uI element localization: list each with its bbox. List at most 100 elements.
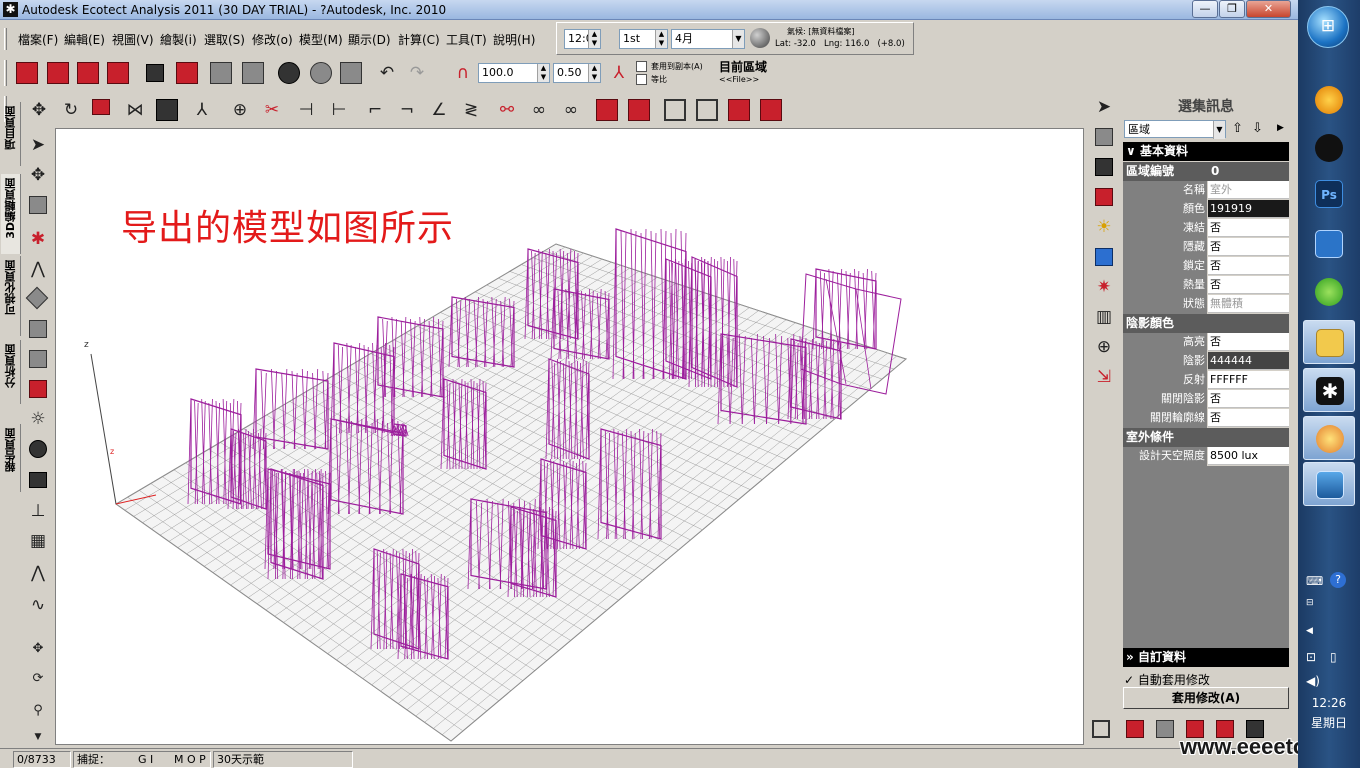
print-icon[interactable] <box>146 64 164 82</box>
mirror-icon[interactable]: ⋈ <box>124 99 146 121</box>
property-value[interactable]: 否 <box>1208 390 1289 408</box>
material-icon[interactable] <box>1095 188 1113 206</box>
grid-icon[interactable]: ▦ <box>27 530 49 552</box>
menu-edit[interactable]: 編輯(E) <box>64 31 105 48</box>
ratio-input[interactable]: 0.50 ▲ ▼ <box>553 63 601 83</box>
value-spinner-icon[interactable]: ▲ ▼ <box>537 64 549 82</box>
wireframe-block[interactable] <box>812 268 877 350</box>
node-edit-icon[interactable]: ⊕ <box>1093 336 1115 358</box>
zoom-icon[interactable]: ⚲ <box>27 700 49 722</box>
line-icon[interactable]: ⋀ <box>27 258 49 280</box>
chain-icon[interactable]: ∞ <box>560 99 582 121</box>
taskbar-app[interactable]: Ps <box>1303 172 1355 216</box>
property-value[interactable]: 室外 <box>1208 181 1289 199</box>
export-file-icon[interactable] <box>107 62 129 84</box>
day-input[interactable]: 1st ▲ ▼ <box>619 29 668 49</box>
tray-expand-icon[interactable]: ◀ <box>1306 626 1313 636</box>
outdoor-section-header[interactable]: 室外條件 <box>1123 428 1289 447</box>
taskbar-app[interactable]: ✱ <box>1303 368 1355 412</box>
open-file-icon[interactable] <box>47 62 69 84</box>
toolbar-grip[interactable] <box>4 28 7 50</box>
close-button[interactable]: ✕ <box>1246 0 1291 18</box>
split-line-icon[interactable]: ⊣ <box>295 99 317 121</box>
value-input[interactable]: 100.0 ▲ ▼ <box>478 63 550 83</box>
apply-changes-button[interactable]: 套用修改(A) <box>1123 687 1289 709</box>
menu-display[interactable]: 顯示(D) <box>348 31 391 48</box>
auto-apply-row[interactable]: ✓ 自動套用修改 <box>1124 671 1210 688</box>
sun-icon[interactable]: ☀ <box>1093 216 1115 238</box>
language-icon[interactable]: ⊟ <box>1306 598 1314 608</box>
menu-calculate[interactable]: 計算(C) <box>398 31 440 48</box>
corner-icon[interactable]: ⌐ <box>364 99 386 121</box>
layers-icon[interactable] <box>176 62 198 84</box>
taskbar-app[interactable] <box>1303 462 1355 506</box>
tab-visualise-page[interactable]: 可視化頁面 <box>1 256 21 336</box>
property-value[interactable]: 否 <box>1208 219 1289 237</box>
cut-icon[interactable]: ✂ <box>261 99 283 121</box>
taskbar-app[interactable] <box>1303 222 1355 266</box>
month-select[interactable]: 4月 ▼ <box>671 29 745 49</box>
menu-view[interactable]: 視圖(V) <box>112 31 154 48</box>
pointer-node-icon[interactable]: ⅄ <box>191 99 213 121</box>
checkbox-checked-icon[interactable]: ✓ <box>1124 673 1134 687</box>
property-value[interactable]: 否 <box>1208 238 1289 256</box>
minimize-button[interactable]: — <box>1192 0 1218 18</box>
windows-start-button[interactable]: ⊞ <box>1307 6 1349 48</box>
export-icon[interactable]: ⇲ <box>1093 366 1115 388</box>
shadow-section-header[interactable]: 陰影顏色 <box>1123 314 1289 333</box>
property-value[interactable]: 否 <box>1208 257 1289 275</box>
door-icon[interactable] <box>696 99 718 121</box>
arrow-up-icon[interactable]: ⇧ <box>1232 121 1243 136</box>
light-icon[interactable]: ☼ <box>27 408 49 430</box>
time-spinner-icon[interactable]: ▲ ▼ <box>588 30 600 48</box>
rotate-view-icon[interactable]: ⟳ <box>27 668 49 690</box>
property-value[interactable]: 444444 <box>1208 352 1289 370</box>
clock-day[interactable]: 星期日 <box>1298 714 1360 731</box>
object-type-select[interactable]: 區域 ▼ <box>1124 120 1226 139</box>
property-value[interactable]: FFFFFF <box>1208 371 1289 389</box>
void-icon[interactable] <box>760 99 782 121</box>
basic-section-header[interactable]: ∨ 基本資料 <box>1123 142 1289 161</box>
proportional-checkbox[interactable] <box>636 74 647 85</box>
menu-draw[interactable]: 繪製(i) <box>160 31 197 48</box>
3d-viewport[interactable]: z z 导出的模型如图所示 <box>55 128 1084 745</box>
group-icon[interactable] <box>278 62 300 84</box>
clock-time[interactable]: 12:26 <box>1298 696 1360 710</box>
axes-icon[interactable]: ⅄ <box>608 62 630 84</box>
tab-3d-edit-page[interactable]: 3D編輯頁面 <box>1 174 21 254</box>
select-arrow-icon[interactable]: ➤ <box>1093 96 1115 118</box>
zone-outline-icon[interactable] <box>1092 720 1110 738</box>
taskbar-app[interactable] <box>1303 78 1355 122</box>
time-input[interactable]: 12:00 ▲ ▼ <box>564 29 601 49</box>
day-spinner-icon[interactable]: ▲ ▼ <box>655 30 667 48</box>
visual-settings-icon[interactable] <box>1095 248 1113 266</box>
properties-icon[interactable] <box>340 62 362 84</box>
speaker-icon[interactable] <box>29 440 47 458</box>
property-value[interactable]: 無體積 <box>1208 295 1289 313</box>
maximize-button[interactable]: ❐ <box>1219 0 1245 18</box>
appliance-icon[interactable]: ⊥ <box>27 500 49 522</box>
chevron-down-icon[interactable]: ▼ <box>732 30 744 48</box>
chevron-right-icon[interactable]: ▶ <box>1277 123 1284 133</box>
taskbar-app[interactable] <box>1303 320 1355 364</box>
arrow-down-icon[interactable]: ⇩ <box>1252 121 1263 136</box>
zigzag-icon[interactable]: ≷ <box>460 99 482 121</box>
orbit-icon[interactable]: ✥ <box>27 638 49 660</box>
zoom-box-icon[interactable] <box>29 196 47 214</box>
taskbar-app[interactable] <box>1303 270 1355 314</box>
recycle-bin-icon[interactable]: ▥ <box>1093 306 1115 328</box>
battery-icon[interactable]: ▯ <box>1330 650 1337 664</box>
polyline-icon[interactable]: ⋀ <box>27 562 49 584</box>
copy-icon[interactable] <box>210 62 232 84</box>
box-icon[interactable] <box>29 350 47 368</box>
property-value[interactable]: 否 <box>1208 409 1289 427</box>
curve-icon[interactable]: ∿ <box>27 594 49 616</box>
angle-icon[interactable]: ∠ <box>428 99 450 121</box>
join-line-icon[interactable]: ⊢ <box>328 99 350 121</box>
pan-icon[interactable]: ✥ <box>27 164 49 186</box>
zone-icon[interactable] <box>29 380 47 398</box>
scale-icon[interactable] <box>92 99 110 115</box>
move-icon[interactable]: ✥ <box>28 99 50 121</box>
menu-model[interactable]: 模型(M) <box>299 31 343 48</box>
camera-icon[interactable] <box>29 472 47 488</box>
